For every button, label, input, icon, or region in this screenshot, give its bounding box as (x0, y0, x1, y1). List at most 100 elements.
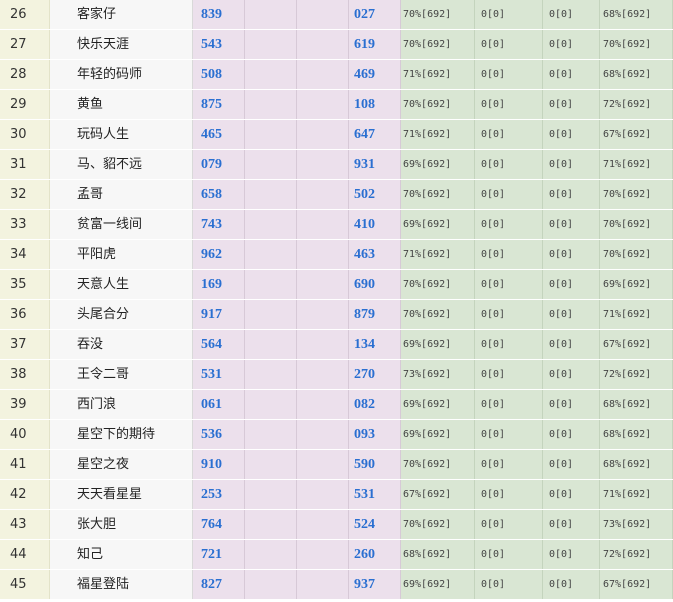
second-number-cell: 690 (349, 270, 401, 299)
first-number-cell: 508 (193, 60, 245, 89)
name-cell: 天意人生 (50, 270, 193, 299)
name-cell: 年轻的码师 (50, 60, 193, 89)
first-number-cell: 764 (193, 510, 245, 539)
table-row: 28 年轻的码师 508 469 71%[692] 0[0] 0[0] 68%[692] (0, 60, 673, 89)
rate-cell-4: 72%[692] (600, 360, 673, 389)
second-number-cell: 879 (349, 300, 401, 329)
rank-cell: 42 (0, 480, 50, 509)
rate-cell-2: 0[0] (475, 270, 543, 299)
rate-cell-4: 70%[692] (600, 240, 673, 269)
rank-cell: 31 (0, 150, 50, 179)
table-row: 41 星空之夜 910 590 70%[692] 0[0] 0[0] 68%[692] (0, 450, 673, 479)
rate-cell-2: 0[0] (475, 300, 543, 329)
rank-cell: 30 (0, 120, 50, 149)
rate-cell-1: 71%[692] (401, 120, 475, 149)
first-number-cell: 910 (193, 450, 245, 479)
empty-cell (297, 270, 349, 299)
rate-cell-1: 69%[692] (401, 330, 475, 359)
rate-cell-3: 0[0] (543, 180, 600, 209)
empty-cell (297, 540, 349, 569)
rate-cell-1: 69%[692] (401, 570, 475, 599)
rank-cell: 36 (0, 300, 50, 329)
rate-cell-2: 0[0] (475, 510, 543, 539)
rate-cell-3: 0[0] (543, 150, 600, 179)
rate-cell-1: 69%[692] (401, 390, 475, 419)
rate-cell-1: 70%[692] (401, 180, 475, 209)
rate-cell-1: 69%[692] (401, 420, 475, 449)
rank-cell: 39 (0, 390, 50, 419)
rate-cell-2: 0[0] (475, 120, 543, 149)
rank-cell: 26 (0, 0, 50, 29)
table-row: 33 贫富一线间 743 410 69%[692] 0[0] 0[0] 70%[692] (0, 210, 673, 239)
second-number-cell: 108 (349, 90, 401, 119)
rate-cell-2: 0[0] (475, 480, 543, 509)
rate-cell-3: 0[0] (543, 240, 600, 269)
empty-cell (297, 240, 349, 269)
rank-cell: 37 (0, 330, 50, 359)
rate-cell-3: 0[0] (543, 360, 600, 389)
empty-cell (297, 330, 349, 359)
rate-cell-4: 68%[692] (600, 450, 673, 479)
second-number-cell: 531 (349, 480, 401, 509)
rate-cell-4: 68%[692] (600, 390, 673, 419)
rank-cell: 34 (0, 240, 50, 269)
rate-cell-1: 70%[692] (401, 510, 475, 539)
name-cell: 吞没 (50, 330, 193, 359)
rate-cell-4: 71%[692] (600, 150, 673, 179)
second-number-cell: 619 (349, 30, 401, 59)
first-number-cell: 536 (193, 420, 245, 449)
rate-cell-3: 0[0] (543, 60, 600, 89)
rate-cell-4: 67%[692] (600, 330, 673, 359)
empty-cell (297, 150, 349, 179)
rank-cell: 40 (0, 420, 50, 449)
empty-cell (297, 390, 349, 419)
empty-cell (297, 480, 349, 509)
empty-cell (245, 360, 297, 389)
rate-cell-4: 70%[692] (600, 210, 673, 239)
name-cell: 知己 (50, 540, 193, 569)
name-cell: 星空之夜 (50, 450, 193, 479)
second-number-cell: 082 (349, 390, 401, 419)
empty-cell (245, 150, 297, 179)
rate-cell-2: 0[0] (475, 180, 543, 209)
table-row: 31 马、貂不远 079 931 69%[692] 0[0] 0[0] 71%[692] (0, 150, 673, 179)
rate-cell-1: 71%[692] (401, 60, 475, 89)
name-cell: 快乐天涯 (50, 30, 193, 59)
table-row: 39 西门浪 061 082 69%[692] 0[0] 0[0] 68%[692] (0, 390, 673, 419)
second-number-cell: 463 (349, 240, 401, 269)
rate-cell-3: 0[0] (543, 30, 600, 59)
rate-cell-2: 0[0] (475, 210, 543, 239)
rate-cell-2: 0[0] (475, 150, 543, 179)
ranking-table: 26 客家仔 839 027 70%[692] 0[0] 0[0] 68%[692] 27 快乐天… (0, 0, 673, 602)
name-cell: 黄鱼 (50, 90, 193, 119)
name-cell: 马、貂不远 (50, 150, 193, 179)
rate-cell-3: 0[0] (543, 570, 600, 599)
first-number-cell: 061 (193, 390, 245, 419)
rank-cell: 32 (0, 180, 50, 209)
empty-cell (245, 270, 297, 299)
second-number-cell: 410 (349, 210, 401, 239)
rate-cell-1: 71%[692] (401, 240, 475, 269)
rate-cell-4: 73%[692] (600, 510, 673, 539)
rate-cell-4: 69%[692] (600, 270, 673, 299)
rate-cell-1: 69%[692] (401, 210, 475, 239)
rate-cell-2: 0[0] (475, 360, 543, 389)
name-cell: 张大胆 (50, 510, 193, 539)
table-row: 30 玩码人生 465 647 71%[692] 0[0] 0[0] 67%[692] (0, 120, 673, 149)
empty-cell (297, 360, 349, 389)
table-row: 45 福星登陆 827 937 69%[692] 0[0] 0[0] 67%[692] (0, 570, 673, 599)
rate-cell-1: 70%[692] (401, 300, 475, 329)
second-number-cell: 270 (349, 360, 401, 389)
second-number-cell: 647 (349, 120, 401, 149)
rate-cell-3: 0[0] (543, 510, 600, 539)
table-row: 38 王令二哥 531 270 73%[692] 0[0] 0[0] 72%[692] (0, 360, 673, 389)
name-cell: 贫富一线间 (50, 210, 193, 239)
empty-cell (297, 120, 349, 149)
first-number-cell: 839 (193, 0, 245, 29)
rank-cell: 33 (0, 210, 50, 239)
rate-cell-4: 70%[692] (600, 180, 673, 209)
table-row: 27 快乐天涯 543 619 70%[692] 0[0] 0[0] 70%[692] (0, 30, 673, 59)
second-number-cell: 524 (349, 510, 401, 539)
table-row: 26 客家仔 839 027 70%[692] 0[0] 0[0] 68%[692] (0, 0, 673, 29)
rank-cell: 27 (0, 30, 50, 59)
